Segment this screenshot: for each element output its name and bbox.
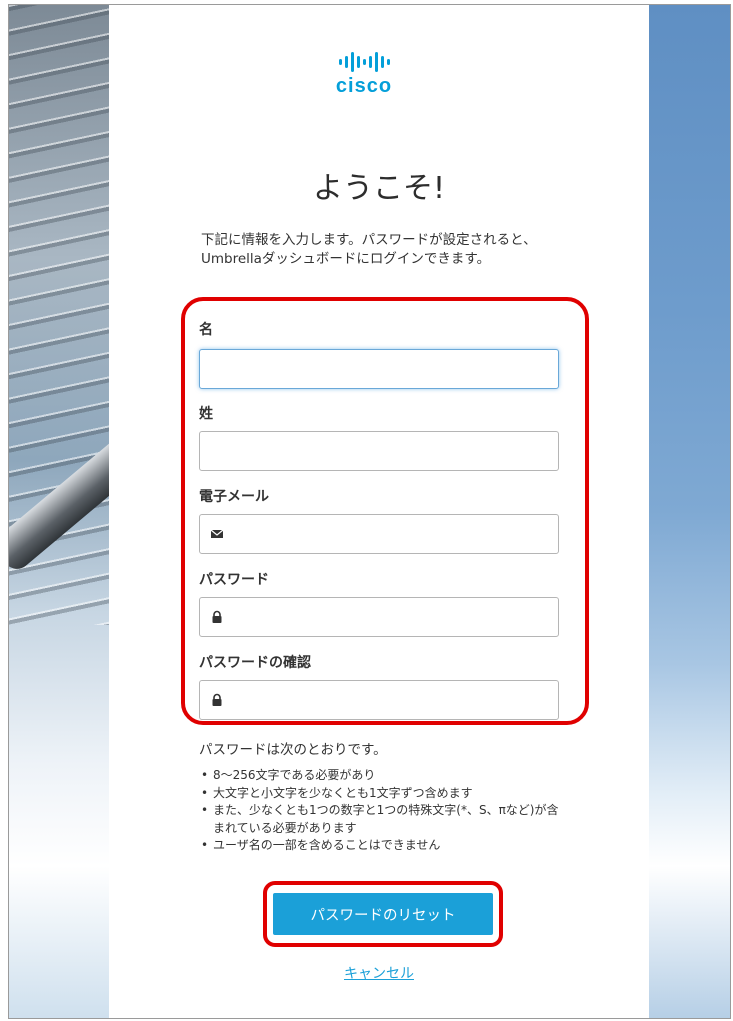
email-input[interactable] (199, 514, 559, 554)
envelope-icon (210, 529, 224, 538)
requirement-item: ユーザ名の一部を含めることはできません (201, 837, 561, 855)
email-label: 電子メール (199, 489, 269, 505)
first-name-label: 名 (199, 322, 213, 338)
requirements-list: 8～256文字である必要があり 大文字と小文字を少なくとも1文字ずつ含めます ま… (201, 767, 561, 855)
background-image-left (9, 5, 169, 1018)
requirement-item: 大文字と小文字を少なくとも1文字ずつ含めます (201, 785, 561, 803)
cancel-link[interactable]: キャンセル (109, 963, 649, 983)
last-name-input[interactable] (199, 431, 559, 471)
intro-text: 下記に情報を入力します。パスワードが設定されると、Umbrellaダッシュボード… (201, 232, 537, 267)
page-title: ようこそ! (312, 171, 446, 206)
requirements-title: パスワードは次のとおりです。 (199, 742, 387, 758)
confirm-password-label: パスワードの確認 (199, 655, 311, 671)
reset-password-button[interactable]: パスワードのリセット (273, 893, 493, 935)
cisco-logo: cisco (328, 51, 400, 111)
confirm-password-input[interactable] (199, 680, 559, 720)
cisco-bars-icon (328, 51, 400, 73)
password-label: パスワード (199, 572, 269, 588)
requirement-item: 8～256文字である必要があり (201, 767, 561, 785)
first-name-input[interactable] (199, 349, 559, 389)
background-image-right (649, 5, 730, 1018)
password-input[interactable] (199, 597, 559, 637)
lock-icon (212, 610, 222, 623)
cisco-wordmark: cisco (335, 75, 393, 97)
lock-icon (212, 693, 222, 706)
requirement-item: また、少なくとも1つの数字と1つの特殊文字(*、S、πなど)が含まれている必要が… (201, 802, 561, 837)
signup-panel: cisco ようこそ! 下記に情報を入力します。パスワードが設定されると、Umb… (109, 5, 649, 1018)
last-name-label: 姓 (199, 406, 213, 422)
browser-frame: cisco ようこそ! 下記に情報を入力します。パスワードが設定されると、Umb… (8, 4, 731, 1019)
